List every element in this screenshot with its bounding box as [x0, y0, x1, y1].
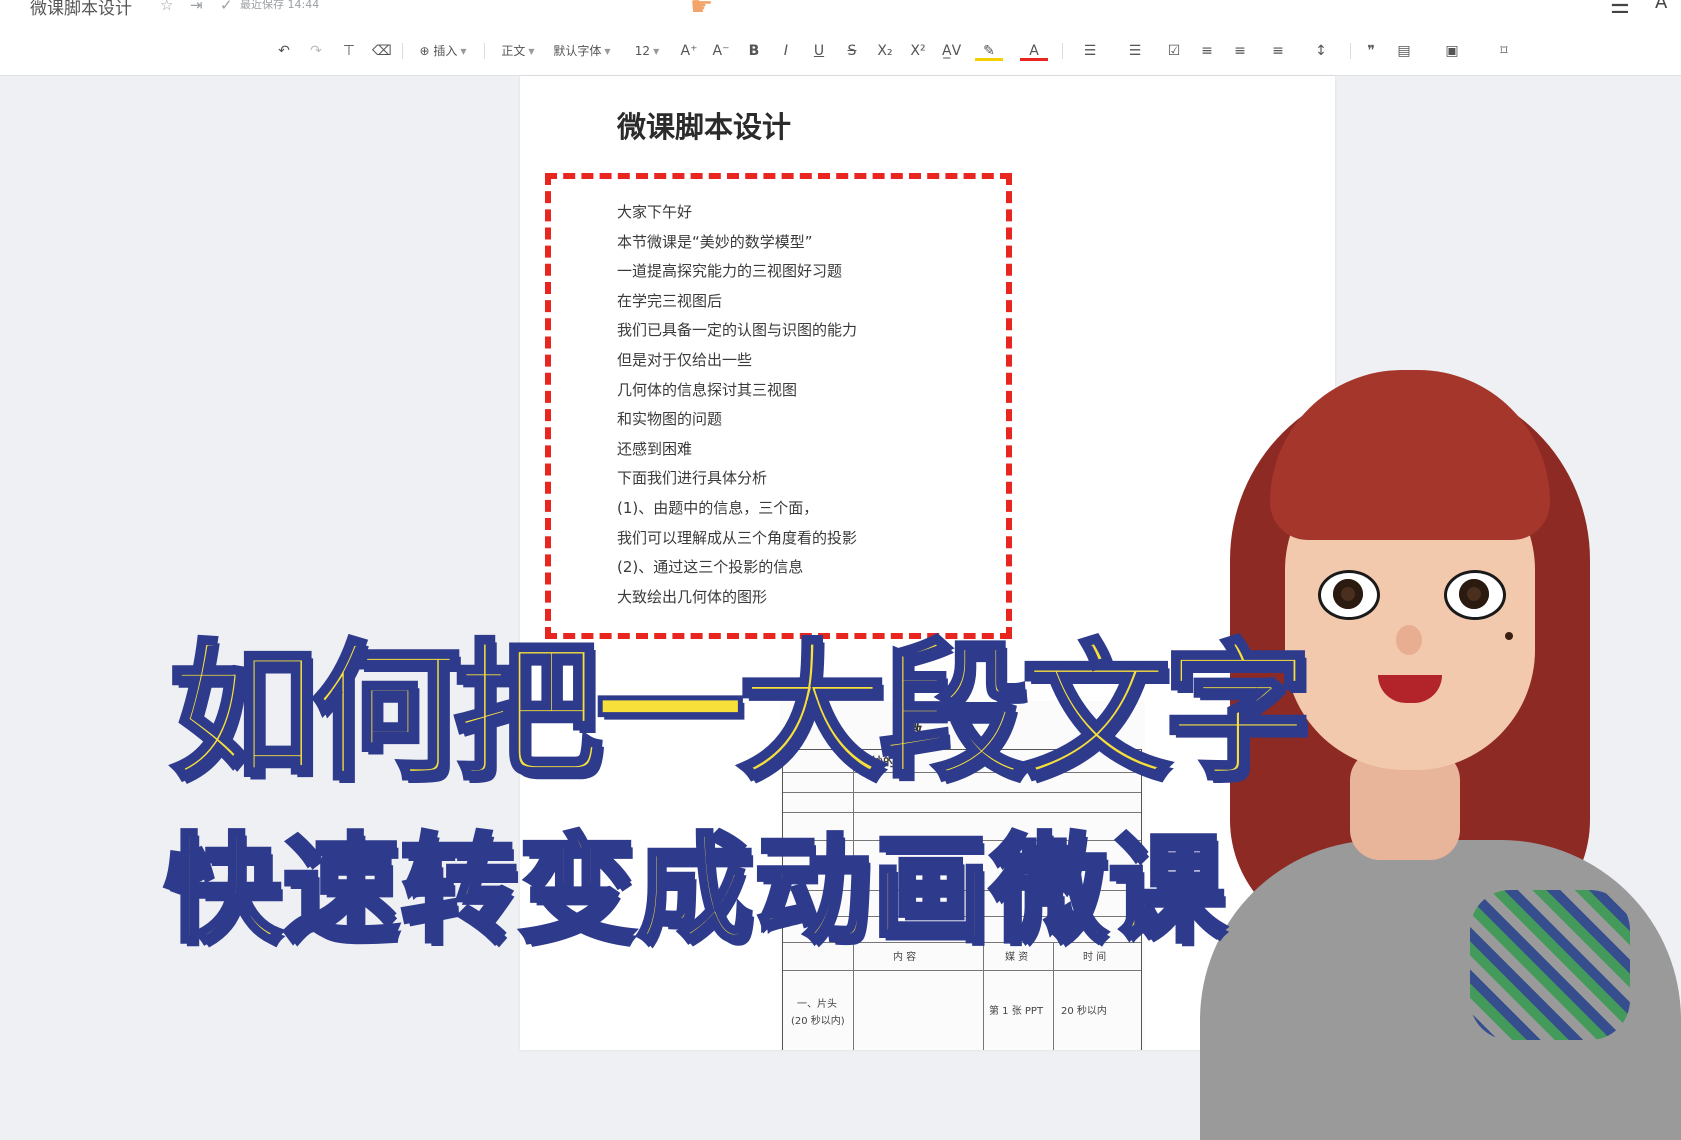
title-bar: 微课脚本设计 ☆ ⇥ ✓ 最近保存 14:44 ☛ ☰ A	[0, 0, 1681, 29]
align-icon[interactable]: ≡	[1264, 40, 1292, 62]
share-icon[interactable]: ⇥	[190, 0, 203, 14]
indent-icon[interactable]: ≡	[1198, 40, 1216, 62]
text-line: 大致绘出几何体的图形	[617, 587, 768, 606]
increase-font-icon[interactable]: A⁺	[680, 40, 698, 62]
text-line: 但是对于仅给出一些	[617, 350, 753, 369]
hand-cursor-icon: ☛	[690, 0, 714, 22]
caption-line-1: 如何把一大段文字	[168, 627, 1315, 799]
text-line: (2)、通过这三个投影的信息	[617, 558, 804, 577]
undo-icon[interactable]: ↶	[275, 40, 293, 62]
font-family-select[interactable]: 默认字体 ▼	[548, 40, 616, 62]
star-icon[interactable]: ☆	[160, 0, 173, 14]
comment-icon[interactable]: ▤	[1395, 40, 1413, 62]
text-line: (1)、由题中的信息，三个面，	[617, 498, 819, 517]
text-line: 我们可以理解成从三个角度看的投影	[617, 528, 858, 547]
italic-icon[interactable]: I	[777, 40, 795, 62]
text-line: 还感到困难	[617, 439, 693, 458]
numbered-list-icon[interactable]: ☰	[1120, 40, 1150, 62]
quote-icon[interactable]: ❞	[1362, 40, 1380, 62]
menu-icon[interactable]: ☰	[1610, 0, 1630, 19]
font-size-select[interactable]: 12 ▼	[628, 40, 666, 62]
checklist-icon[interactable]: ☑	[1165, 40, 1183, 62]
clear-format-icon[interactable]: ⌫	[372, 40, 392, 62]
document-name[interactable]: 微课脚本设计	[30, 0, 132, 19]
outdent-icon[interactable]: ≡	[1231, 40, 1249, 62]
table-cell: (20 秒以内)	[791, 1016, 845, 1027]
superscript-icon[interactable]: X²	[909, 40, 927, 62]
clip-icon[interactable]: ⌑	[1490, 40, 1518, 62]
bullet-list-icon[interactable]: ☰	[1075, 40, 1105, 62]
decrease-font-icon[interactable]: A⁻	[712, 40, 730, 62]
text-line: 在学完三视图后	[617, 291, 723, 310]
text-line: 本节微课是“美妙的数学模型”	[617, 232, 813, 251]
text-line: 和实物图的问题	[617, 410, 723, 429]
letter-spacing-icon[interactable]: A̲V	[942, 40, 961, 62]
text-line: 我们已具备一定的认图与识图的能力	[617, 321, 858, 340]
insert-image-icon[interactable]: ▣	[1438, 40, 1466, 62]
underline-icon[interactable]: U	[810, 40, 828, 62]
highlight-icon[interactable]: ✎	[975, 40, 1003, 61]
formatting-toolbar: ↶ ↷ ⊤ ⌫ ⊕ 插入 ▼ 正文 ▼ 默认字体 ▼ 12 ▼ A⁺ A⁻ B I U …	[0, 28, 1681, 76]
script-text[interactable]: 大家下午好 本节微课是“美妙的数学模型” 一道提高探究能力的三视图好习题 在学完…	[617, 198, 857, 612]
table-cell: 一、片头	[797, 999, 837, 1010]
table-cell: 20 秒以内	[1061, 1006, 1107, 1017]
subscript-icon[interactable]: X₂	[876, 40, 894, 62]
text-line: 下面我们进行具体分析	[617, 469, 768, 488]
text-line: 几何体的信息探讨其三视图	[617, 380, 798, 399]
redo-icon[interactable]: ↷	[307, 40, 325, 62]
paragraph-style-select[interactable]: 正文 ▼	[494, 40, 542, 62]
format-painter-icon[interactable]: ⊤	[340, 40, 358, 62]
cloud-saved-icon: ✓	[220, 0, 233, 14]
table-cell: 第 1 张 PPT	[989, 1006, 1044, 1017]
strikethrough-icon[interactable]: S	[843, 40, 861, 62]
caption-line-2: 快速转变成动画微课	[163, 823, 1228, 958]
save-status: 最近保存 14:44	[240, 0, 320, 11]
bold-icon[interactable]: B	[745, 40, 763, 62]
insert-button[interactable]: ⊕ 插入 ▼	[412, 40, 474, 62]
font-color-icon[interactable]: A	[1020, 40, 1048, 61]
text-line: 一道提高探究能力的三视图好习题	[617, 262, 843, 281]
page-title: 微课脚本设计	[617, 110, 792, 144]
text-line: 大家下午好	[617, 203, 693, 221]
user-button[interactable]: A	[1655, 0, 1667, 13]
line-spacing-icon[interactable]: ↕	[1307, 40, 1335, 62]
